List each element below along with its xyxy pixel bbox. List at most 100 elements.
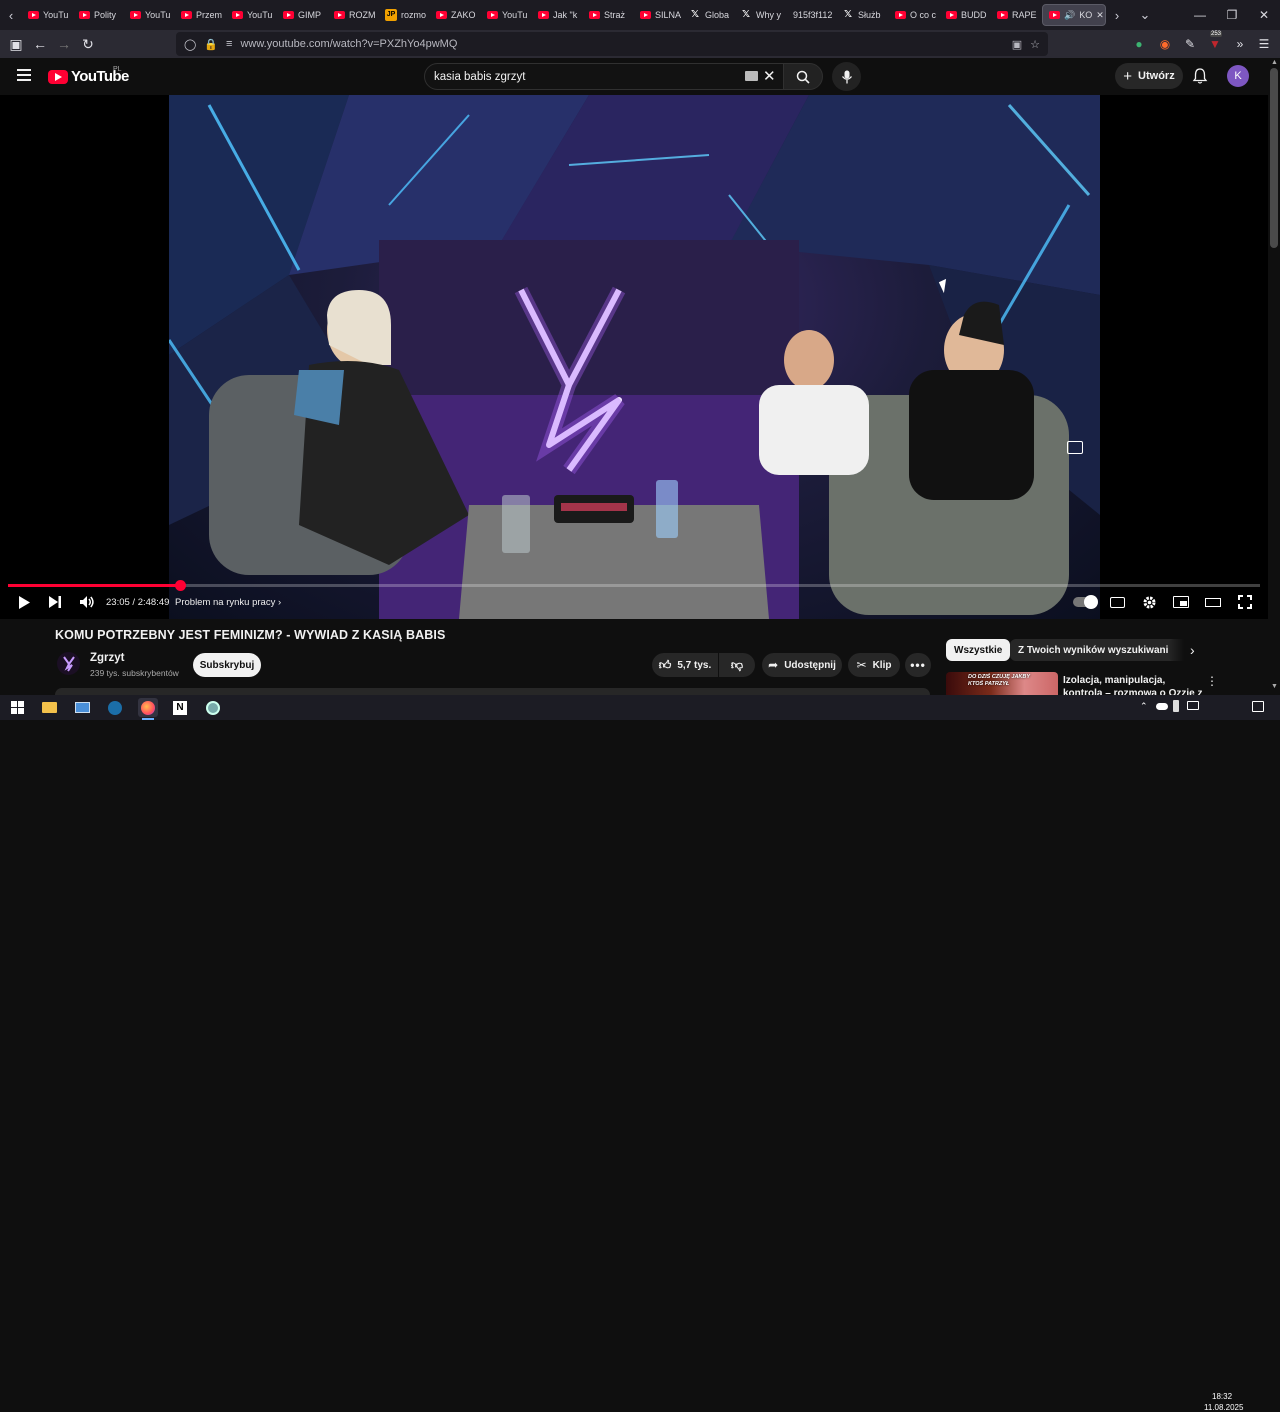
minimize-button[interactable]: —	[1184, 0, 1216, 30]
subtitles-button[interactable]	[1107, 592, 1127, 612]
theater-mode-button[interactable]	[1203, 592, 1223, 612]
volume-button[interactable]	[77, 592, 97, 612]
browser-tab[interactable]: 𝕏 Globa	[685, 4, 736, 26]
file-explorer-icon[interactable]	[39, 698, 59, 717]
notifications-bell-icon[interactable]	[1191, 67, 1209, 85]
permissions-icon[interactable]: ≡	[226, 38, 232, 50]
steam-icon[interactable]	[105, 698, 125, 717]
tab-scroll-left-button[interactable]: ‹	[0, 0, 22, 30]
url-text[interactable]: www.youtube.com/watch?v=PXZhYo4pwMQ	[240, 38, 457, 50]
share-button[interactable]: ➦ Udostępnij	[762, 653, 842, 677]
browser-tab[interactable]: Przem	[175, 4, 226, 26]
scroll-down-arrow-icon[interactable]: ▼	[1271, 683, 1278, 690]
app-menu-icon[interactable]: ☰	[1255, 35, 1273, 53]
browser-tab[interactable]: ZAKO	[430, 4, 481, 26]
tray-overflow-icon[interactable]: ⌃	[1140, 701, 1148, 712]
voice-search-button[interactable]	[832, 62, 861, 91]
usb-icon[interactable]	[1173, 700, 1179, 712]
clip-button[interactable]: ✂ Klip	[848, 653, 900, 677]
browser-tab[interactable]: ROZM	[328, 4, 379, 26]
taskbar-clock-time[interactable]: 18:32	[1212, 1392, 1232, 1401]
clear-search-icon[interactable]: ✕	[763, 67, 776, 85]
reload-button[interactable]: ↻	[76, 32, 100, 56]
extensions-puzzle-icon[interactable]: ✎	[1181, 35, 1199, 53]
filter-chip-search-results[interactable]: Z Twoich wyników wyszukiwania	[1010, 639, 1182, 661]
sidebar-toggle-icon[interactable]: ▣	[4, 32, 28, 56]
chapter-title[interactable]: Problem na rynku pracy ›	[175, 597, 281, 608]
computer-icon[interactable]	[72, 698, 92, 717]
video-frame[interactable]	[169, 95, 1100, 619]
create-button[interactable]: + Utwórz	[1115, 63, 1183, 89]
video-player[interactable]: 23:05 / 2:48:49 Problem na rynku pracy ›	[0, 95, 1268, 619]
shield-icon[interactable]: ◯	[184, 38, 196, 51]
miniplayer-button[interactable]	[1171, 592, 1191, 612]
restore-button[interactable]: ❐	[1216, 0, 1248, 30]
recommendation-thumbnail[interactable]: DO DZIŚ CZUJĘ JAKBY KTOŚ PATRZYŁ	[946, 672, 1058, 696]
scroll-up-arrow-icon[interactable]: ▲	[1271, 59, 1278, 66]
cast-overlay-icon[interactable]	[1067, 441, 1083, 454]
browser-tab[interactable]: Polity	[73, 4, 124, 26]
ublock-extension-icon[interactable]: ▼ 253	[1206, 31, 1224, 53]
browser-tab[interactable]: 𝕏 Why y	[736, 4, 787, 26]
account-avatar[interactable]: K	[1227, 65, 1249, 87]
browser-tab[interactable]: YouTu	[124, 4, 175, 26]
channel-avatar[interactable]	[57, 652, 80, 675]
browser-tab[interactable]: YouTu	[22, 4, 73, 26]
tab-scroll-right-button[interactable]: ›	[1106, 0, 1128, 30]
search-input[interactable]: kasia babis zgrzyt ✕	[424, 63, 784, 90]
hamburger-menu-icon[interactable]	[17, 69, 31, 81]
onedrive-icon[interactable]	[1156, 703, 1168, 710]
browser-tab[interactable]: GIMP	[277, 4, 328, 26]
more-actions-button[interactable]: •••	[905, 653, 931, 677]
close-window-button[interactable]: ✕	[1248, 0, 1280, 30]
taskbar-clock-date[interactable]: 11.08.2025	[1204, 1403, 1243, 1412]
overflow-chevron-icon[interactable]: »	[1231, 35, 1249, 53]
progress-scrubber-handle[interactable]	[174, 580, 186, 591]
autoplay-toggle[interactable]	[1072, 592, 1098, 612]
scrollbar-thumb[interactable]	[1270, 68, 1278, 248]
fullscreen-button[interactable]	[1235, 592, 1255, 612]
firefox-icon[interactable]	[138, 698, 158, 720]
vpn-extension-icon[interactable]: ●	[1130, 35, 1148, 53]
picture-in-picture-icon[interactable]: ▣	[1012, 38, 1022, 51]
browser-tab[interactable]: Straż	[583, 4, 634, 26]
progress-bar[interactable]	[8, 580, 1260, 591]
fox-extension-icon[interactable]: ◉	[1156, 35, 1174, 53]
browser-tab[interactable]: BUDD	[940, 4, 991, 26]
settings-button[interactable]	[1139, 592, 1159, 612]
like-button[interactable]: 👍︎ 5,7 tys.	[652, 653, 718, 677]
browser-tab[interactable]: YouTu	[481, 4, 532, 26]
browser-tab[interactable]: 915f3f112	[787, 4, 838, 26]
lock-icon[interactable]: 🔒	[204, 38, 218, 51]
speaker-icon[interactable]: 🔊	[1064, 10, 1075, 21]
network-icon[interactable]	[1187, 701, 1199, 710]
url-bar[interactable]: ◯ 🔒 ≡ www.youtube.com/watch?v=PXZhYo4pwM…	[176, 32, 1048, 56]
back-button[interactable]: ←	[28, 32, 52, 56]
bookmark-star-icon[interactable]: ☆	[1030, 38, 1040, 51]
notifications-icon[interactable]	[1252, 701, 1264, 712]
search-button[interactable]	[783, 63, 823, 90]
chips-next-button[interactable]: ›	[1190, 642, 1195, 658]
play-button[interactable]	[14, 592, 34, 612]
subscribe-button[interactable]: Subskrybuj	[193, 653, 261, 677]
browser-tab[interactable]: SILNA	[634, 4, 685, 26]
next-video-button[interactable]	[45, 592, 65, 612]
filter-chip-all[interactable]: Wszystkie	[946, 639, 1011, 661]
notion-icon[interactable]: N	[170, 698, 190, 717]
tab-list-dropdown-button[interactable]: ⌄	[1134, 0, 1156, 30]
recommendation-menu-icon[interactable]: ⋮	[1206, 674, 1218, 688]
active-tab[interactable]: 🔊 KO ✕	[1042, 4, 1106, 26]
browser-tab[interactable]: RAPE	[991, 4, 1042, 26]
app-globe-icon[interactable]	[203, 698, 223, 717]
browser-tab[interactable]: Jak "k	[532, 4, 583, 26]
browser-tab[interactable]: 𝕏 Służb	[838, 4, 889, 26]
close-tab-icon[interactable]: ✕	[1096, 10, 1104, 21]
channel-name[interactable]: Zgrzyt	[90, 652, 125, 664]
page-scrollbar[interactable]: ▲ ▼	[1268, 58, 1280, 695]
keyboard-icon[interactable]	[745, 71, 758, 81]
windows-start-icon[interactable]	[7, 698, 27, 717]
forward-button[interactable]: →	[52, 32, 76, 56]
search-query[interactable]: kasia babis zgrzyt	[434, 71, 525, 83]
browser-tab[interactable]: JP rozmo	[379, 4, 430, 26]
dislike-button[interactable]: 👎︎	[719, 653, 755, 677]
